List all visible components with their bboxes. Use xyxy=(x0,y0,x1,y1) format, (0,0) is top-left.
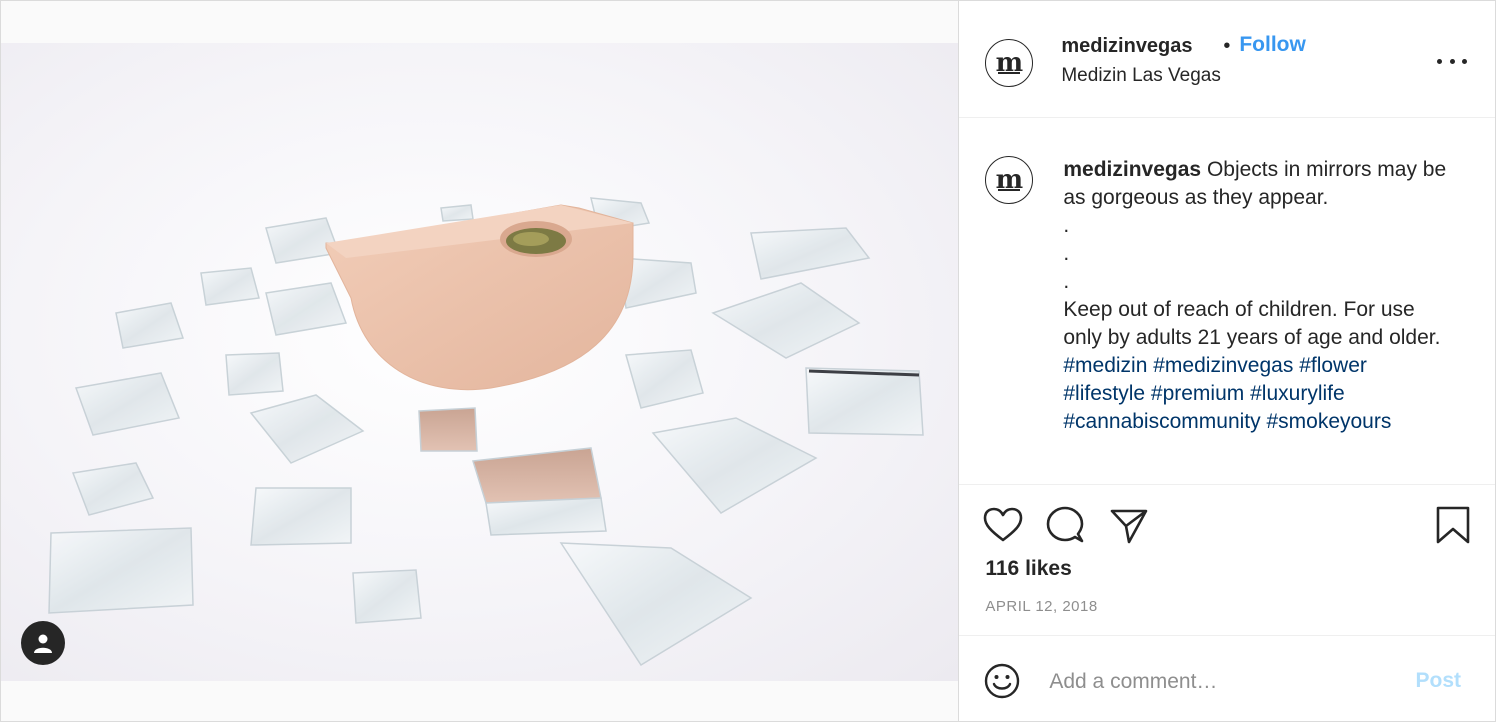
post-container: m medizinvegas • Follow Medizin Las Vega… xyxy=(0,0,1496,722)
emoji-icon[interactable] xyxy=(983,662,1021,700)
comment-icon xyxy=(1047,506,1084,543)
follow-button[interactable]: Follow xyxy=(1239,33,1306,57)
post-date[interactable]: APRIL 12, 2018 xyxy=(985,598,1097,615)
hashtag-link[interactable]: #medizinvegas xyxy=(1153,354,1293,377)
hashtag-link[interactable]: #medizin xyxy=(1063,354,1147,377)
comment-input[interactable] xyxy=(1047,666,1392,698)
comments-section[interactable]: m medizinvegas Objects in mirrors may be… xyxy=(959,118,1495,485)
bookmark-icon xyxy=(1436,506,1470,544)
tag-user-button[interactable] xyxy=(21,621,65,665)
post-media xyxy=(1,1,959,721)
heart-icon xyxy=(984,507,1023,542)
avatar-underline xyxy=(998,189,1021,191)
caption-line: . xyxy=(1063,214,1070,237)
more-dot xyxy=(1449,58,1455,64)
author-avatar[interactable]: m xyxy=(985,39,1034,87)
hashtag-list: #medizin #medizinvegas #flower #lifestyl… xyxy=(1063,354,1391,433)
location-link[interactable]: Medizin Las Vegas xyxy=(1061,65,1221,87)
avatar-underline xyxy=(998,72,1021,74)
user-tag-icon xyxy=(34,634,52,653)
hashtag-link[interactable]: #premium xyxy=(1151,382,1244,405)
post-actions: 116 likes APRIL 12, 2018 xyxy=(959,485,1495,636)
save-button[interactable] xyxy=(1435,505,1471,548)
hashtag-link[interactable]: #flower xyxy=(1299,354,1367,377)
more-dot xyxy=(1462,58,1467,64)
caption-author-avatar[interactable]: m xyxy=(985,156,1034,204)
separator-dot: • xyxy=(1223,35,1231,57)
photo-illustration xyxy=(48,197,924,667)
add-comment-bar: Post xyxy=(959,636,1495,724)
more-dot xyxy=(1437,58,1442,64)
caption-line: . xyxy=(1063,270,1070,293)
post-photo[interactable] xyxy=(1,43,959,681)
author-username[interactable]: medizinvegas xyxy=(1061,35,1192,58)
post-caption: medizinvegas Objects in mirrors may be a… xyxy=(1063,156,1453,436)
hashtag-link[interactable]: #smokeyours xyxy=(1266,410,1391,433)
share-icon xyxy=(1111,509,1148,544)
comment-button[interactable] xyxy=(1045,505,1085,548)
hashtag-link[interactable]: #luxurylife xyxy=(1250,382,1345,405)
hashtag-link[interactable]: #lifestyle xyxy=(1063,382,1145,405)
post-header: m medizinvegas • Follow Medizin Las Vega… xyxy=(959,1,1495,118)
caption-line: Keep out of reach of children. For use o… xyxy=(1063,298,1441,349)
caption-author[interactable]: medizinvegas xyxy=(1063,158,1201,181)
caption-line: . xyxy=(1063,242,1070,265)
post-side-panel: m medizinvegas • Follow Medizin Las Vega… xyxy=(958,1,1495,721)
more-options-icon[interactable] xyxy=(1437,51,1467,71)
share-button[interactable] xyxy=(1109,507,1149,548)
likes-count[interactable]: 116 likes xyxy=(985,557,1071,581)
like-button[interactable] xyxy=(983,507,1023,546)
post-comment-button[interactable]: Post xyxy=(1409,668,1467,694)
hashtag-link[interactable]: #cannabiscommunity xyxy=(1063,410,1260,433)
